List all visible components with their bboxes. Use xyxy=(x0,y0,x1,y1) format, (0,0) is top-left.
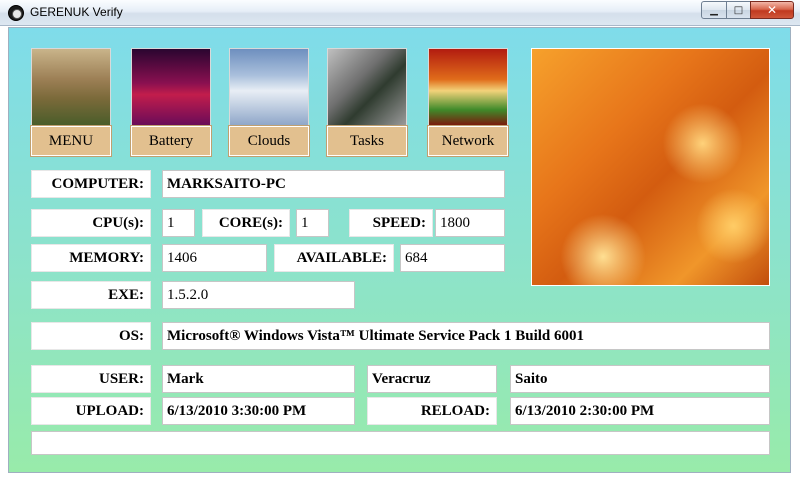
user-middle-name-field[interactable]: Veracruz xyxy=(367,365,497,393)
tasks-button[interactable]: Tasks xyxy=(326,125,408,157)
computer-field[interactable]: MARKSAITO-PC xyxy=(162,170,505,198)
maximize-button[interactable]: □ xyxy=(726,1,751,19)
tile-menu[interactable]: MENU xyxy=(30,48,112,157)
tile-network[interactable]: Network xyxy=(427,48,509,157)
memory-field[interactable]: 1406 xyxy=(162,244,267,272)
maximize-icon: □ xyxy=(733,4,744,16)
exe-field[interactable]: 1.5.2.0 xyxy=(162,281,355,309)
upload-field[interactable]: 6/13/2010 3:30:00 PM xyxy=(162,397,355,425)
network-grid-image[interactable] xyxy=(428,48,508,126)
network-button[interactable]: Network xyxy=(427,125,509,157)
upload-label: UPLOAD: xyxy=(31,397,151,425)
reload-field[interactable]: 6/13/2010 2:30:00 PM xyxy=(510,397,770,425)
user-label: USER: xyxy=(31,365,151,393)
available-field[interactable]: 684 xyxy=(400,244,505,272)
minimize-button[interactable]: ▁ xyxy=(701,1,727,19)
minimize-icon: ▁ xyxy=(710,4,718,16)
status-field[interactable] xyxy=(31,431,770,455)
user-first-name-field[interactable]: Mark xyxy=(162,365,355,393)
user-last-name-field[interactable]: Saito xyxy=(510,365,770,393)
menu-button[interactable]: MENU xyxy=(30,125,112,157)
os-label: OS: xyxy=(31,322,151,350)
cores-field[interactable]: 1 xyxy=(296,209,329,237)
laser-grid-image[interactable] xyxy=(131,48,211,126)
client-area: MENU Battery Clouds Tasks Network COMPUT… xyxy=(8,27,791,473)
fractal-image xyxy=(531,48,770,286)
reload-label: RELOAD: xyxy=(367,397,497,425)
window-title: GERENUK Verify xyxy=(30,5,123,19)
memory-label: MEMORY: xyxy=(31,244,151,272)
tile-battery[interactable]: Battery xyxy=(130,48,212,157)
title-bar[interactable]: GERENUK Verify ▁ □ ✕ xyxy=(0,0,800,26)
speed-field[interactable]: 1800 xyxy=(435,209,505,237)
cloud-image[interactable] xyxy=(229,48,309,126)
close-button[interactable]: ✕ xyxy=(750,1,794,19)
cpu-field[interactable]: 1 xyxy=(162,209,195,237)
gazelle-image[interactable] xyxy=(31,48,111,126)
battery-button[interactable]: Battery xyxy=(130,125,212,157)
computer-label: COMPUTER: xyxy=(31,170,151,198)
speed-label: SPEED: xyxy=(349,209,433,237)
close-icon: ✕ xyxy=(766,3,778,17)
cores-label: CORE(s): xyxy=(202,209,290,237)
circuit-board-image[interactable] xyxy=(327,48,407,126)
exe-label: EXE: xyxy=(31,281,151,309)
tile-clouds[interactable]: Clouds xyxy=(228,48,310,157)
tile-tasks[interactable]: Tasks xyxy=(326,48,408,157)
app-icon[interactable] xyxy=(8,5,24,21)
clouds-button[interactable]: Clouds xyxy=(228,125,310,157)
cpu-label: CPU(s): xyxy=(31,209,151,237)
available-label: AVAILABLE: xyxy=(274,244,394,272)
os-field[interactable]: Microsoft® Windows Vista™ Ultimate Servi… xyxy=(162,322,770,350)
